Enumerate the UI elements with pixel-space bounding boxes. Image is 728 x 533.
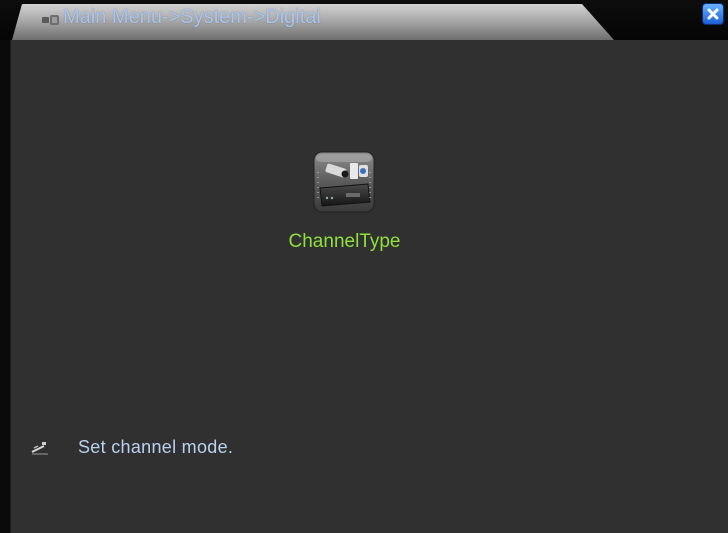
- content-area: [10, 40, 728, 533]
- menu-item-channeltype[interactable]: ChannelType: [272, 150, 417, 260]
- breadcrumb-title: Main Menu->System->Digital: [63, 6, 321, 28]
- info-pen-icon: [30, 440, 50, 456]
- camera-dvr-icon: [312, 150, 376, 215]
- menu-glyph-icon: [41, 13, 61, 27]
- left-frame-border: [0, 40, 10, 533]
- digital-settings-window: Main Menu->System->Digital ChannelType S…: [0, 0, 728, 533]
- menu-item-label: ChannelType: [288, 231, 401, 252]
- close-icon: [707, 8, 719, 20]
- close-button[interactable]: [702, 3, 724, 25]
- title-bar: Main Menu->System->Digital: [0, 0, 728, 40]
- status-message: Set channel mode.: [78, 437, 234, 457]
